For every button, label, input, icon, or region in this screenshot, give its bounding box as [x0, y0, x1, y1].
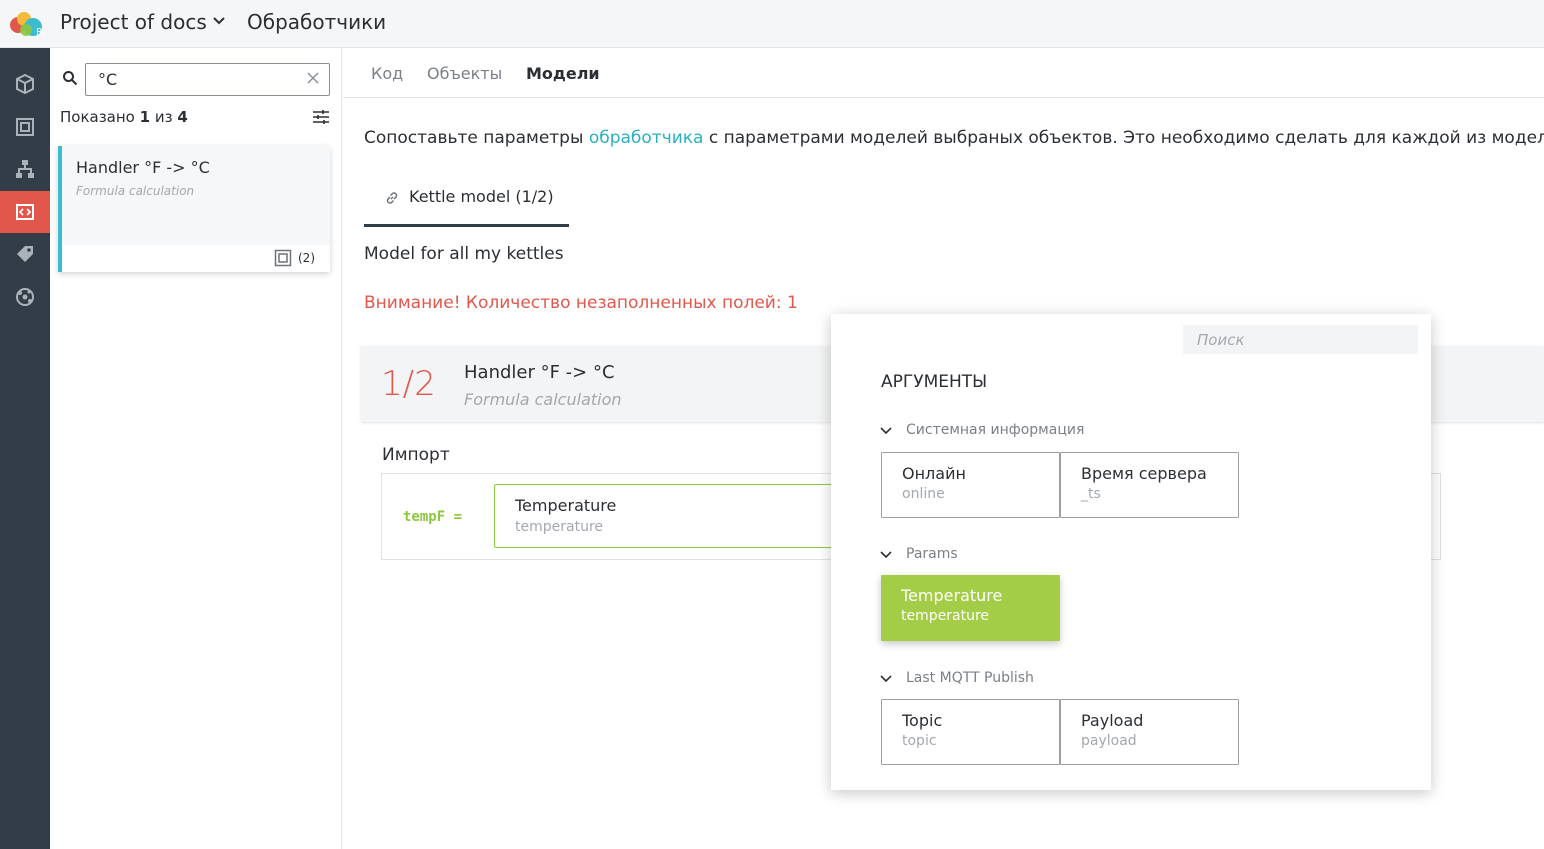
rail-item-objects[interactable]	[0, 106, 50, 148]
search-icon	[63, 71, 78, 86]
argument-key: payload	[1081, 733, 1137, 749]
handlers-icon	[16, 204, 34, 220]
object-count: (2)	[298, 251, 315, 265]
model-description: Model for all my kettles	[364, 244, 564, 264]
network-icon	[16, 288, 34, 306]
slot-subtitle: temperature	[515, 519, 603, 535]
variable-name: tempF =	[403, 509, 463, 525]
link-icon	[386, 192, 398, 204]
argument-title: Время сервера	[1081, 464, 1207, 483]
handler-title: Handler °F -> °C	[464, 362, 615, 383]
search-input[interactable]	[85, 63, 330, 96]
arguments-popup: АРГУМЕНТЫ Системная информация Онлайн on…	[831, 314, 1431, 790]
results-prefix: Показано	[60, 108, 135, 126]
rail-item-hierarchy[interactable]	[0, 148, 50, 190]
results-current: 1	[139, 108, 151, 126]
svg-text:R: R	[36, 27, 43, 38]
argument-title: Онлайн	[902, 464, 966, 483]
cube-icon	[16, 73, 34, 95]
model-tab-label: Kettle model (1/2)	[409, 187, 554, 206]
results-total: 4	[177, 108, 188, 126]
handlers-sidebar: Показано 1 из 4 Handler °F -> °C Formula…	[50, 48, 342, 849]
handler-link[interactable]: обработчика	[589, 128, 704, 148]
page-title: Обработчики	[247, 10, 387, 34]
slot-title: Temperature	[515, 496, 617, 515]
handler-progress: 1/2	[381, 364, 436, 404]
intro-after: с параметрами моделей выбраных объектов.…	[703, 128, 1544, 148]
rail-item-tags[interactable]	[0, 233, 50, 275]
model-tab[interactable]: Kettle model (1/2)	[364, 178, 569, 227]
group-label: Last MQTT Publish	[906, 670, 1034, 686]
handler-subtitle: Formula calculation	[464, 390, 622, 409]
results-mid: из	[154, 108, 173, 126]
intro-text: Сопоставьте параметры обработчика с пара…	[364, 128, 1544, 148]
tab-code[interactable]: Код	[371, 64, 403, 83]
argument-topic[interactable]: Topic topic	[881, 699, 1060, 765]
nav-rail	[0, 48, 50, 849]
arguments-search-input[interactable]	[1183, 325, 1418, 354]
chevron-down-icon	[880, 675, 892, 683]
close-icon[interactable]	[306, 71, 320, 85]
argument-server-time[interactable]: Время сервера _ts	[1060, 452, 1239, 518]
argument-key: temperature	[901, 608, 989, 624]
handler-card-title: Handler °F -> °C	[76, 158, 210, 177]
argument-online[interactable]: Онлайн online	[881, 452, 1060, 518]
chevron-down-icon	[880, 551, 892, 559]
warning-message: Внимание! Количество незаполненных полей…	[364, 293, 798, 313]
tag-icon	[17, 246, 33, 262]
handler-card-subtitle: Formula calculation	[76, 184, 195, 198]
object-icon	[16, 118, 34, 136]
chevron-down-icon[interactable]	[210, 12, 228, 30]
group-label: Системная информация	[906, 422, 1085, 438]
project-selector[interactable]: Project of docs	[60, 10, 207, 34]
object-icon	[274, 249, 292, 267]
tab-bar: Код Объекты Модели	[343, 48, 1544, 98]
chevron-down-icon	[880, 427, 892, 435]
argument-temperature[interactable]: Temperature temperature	[881, 575, 1060, 641]
handler-card[interactable]: Handler °F -> °C Formula calculation (2)	[58, 146, 330, 272]
app-logo[interactable]: R	[6, 8, 46, 40]
handler-card-footer: (2)	[62, 245, 330, 272]
argument-title: Payload	[1081, 711, 1144, 730]
tab-objects[interactable]: Объекты	[427, 64, 502, 83]
argument-title: Temperature	[901, 586, 1003, 605]
rail-item-network[interactable]	[0, 276, 50, 318]
filter-icon[interactable]	[312, 109, 330, 125]
hierarchy-icon	[16, 160, 34, 178]
intro-before: Сопоставьте параметры	[364, 128, 589, 148]
rail-item-handlers[interactable]	[0, 191, 50, 233]
import-label: Импорт	[382, 445, 450, 465]
argument-payload[interactable]: Payload payload	[1060, 699, 1239, 765]
argument-key: online	[902, 486, 945, 502]
results-count: Показано 1 из 4	[60, 108, 188, 126]
tab-models[interactable]: Модели	[526, 64, 600, 83]
rail-item-models[interactable]	[0, 63, 50, 105]
group-label: Params	[906, 546, 958, 562]
arguments-title: АРГУМЕНТЫ	[881, 372, 988, 392]
argument-key: _ts	[1081, 486, 1101, 502]
argument-title: Topic	[902, 711, 943, 730]
argument-key: topic	[902, 733, 937, 749]
top-bar: R Project of docs Обработчики	[0, 0, 1544, 48]
